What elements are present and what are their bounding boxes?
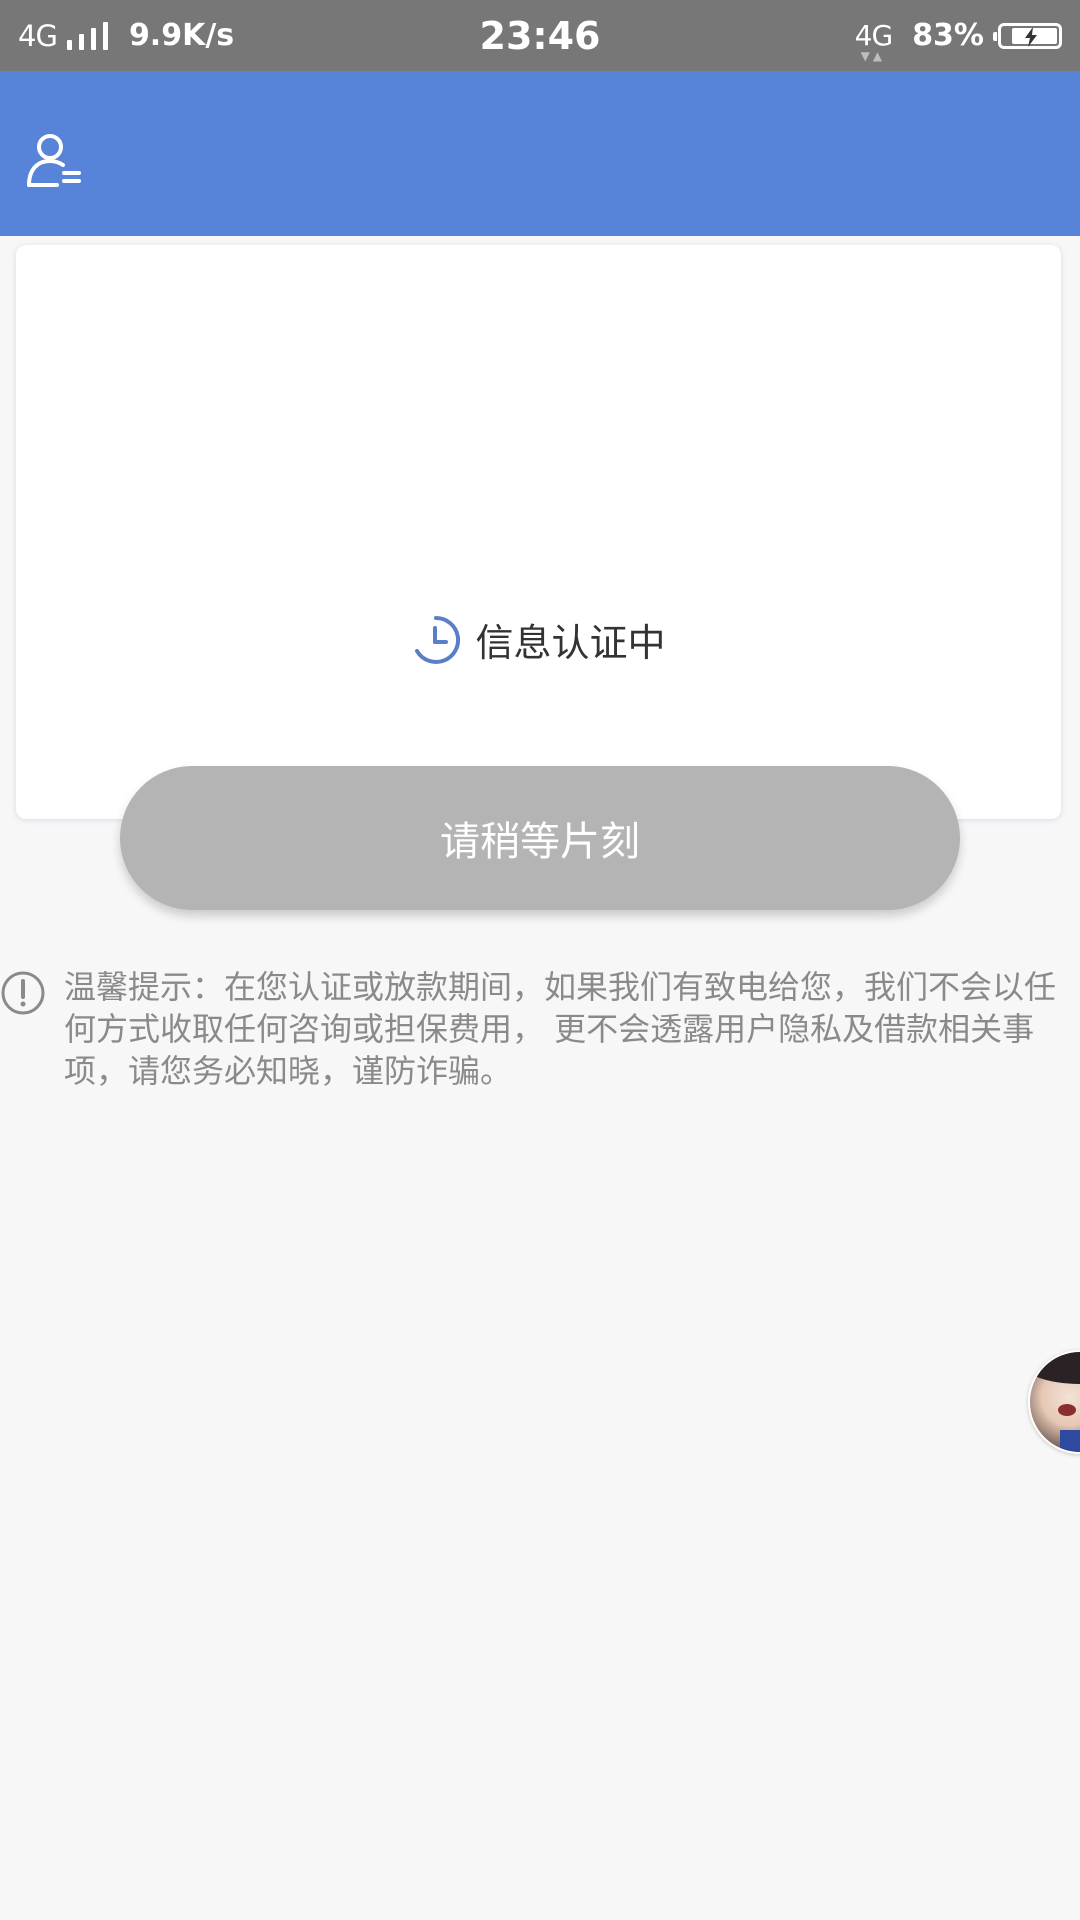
app-header (0, 71, 1080, 236)
battery-cap (993, 31, 997, 41)
battery-icon (993, 22, 1062, 49)
network-type-right-label: 4G (854, 19, 894, 52)
avatar-shirt (1060, 1430, 1080, 1452)
user-menu-icon (27, 134, 81, 187)
notice-text: 温馨提示：在您认证或放款期间，如果我们有致电给您，我们不会以任何方式收取任何咨询… (64, 968, 1057, 1090)
exclamation-circle-icon (1, 971, 45, 1015)
verification-status: 信息认证中 (16, 612, 1061, 667)
verification-status-text: 信息认证中 (475, 621, 666, 665)
floating-support-avatar[interactable] (1028, 1350, 1080, 1454)
please-wait-button[interactable]: 请稍等片刻 (120, 766, 960, 910)
user-menu-button[interactable] (24, 129, 86, 191)
verification-card: 信息认证中 (16, 245, 1061, 819)
status-bar: 4G 9.9K/s 23:46 4G ▼▲ 83% (0, 0, 1080, 71)
charging-bolt-icon (1025, 26, 1037, 47)
status-right: 4G ▼▲ 83% (855, 0, 1062, 71)
avatar-hair (1030, 1352, 1080, 1384)
clock-icon (415, 615, 461, 664)
avatar-mouth (1058, 1404, 1076, 1416)
network-type-right: 4G ▼▲ (854, 19, 894, 63)
battery-percent: 83% (912, 18, 984, 53)
data-activity-icon: ▼▲ (860, 49, 886, 63)
